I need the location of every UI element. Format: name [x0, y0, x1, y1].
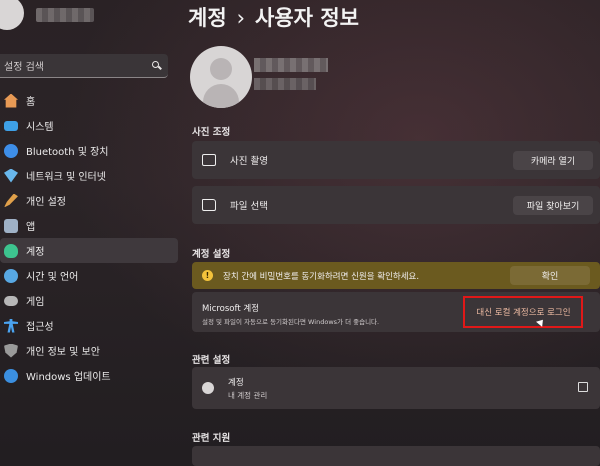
- sidebar-item-label: 네트워크 및 인터넷: [26, 172, 106, 183]
- sidebar-item-bluetooth[interactable]: Bluetooth 및 장치: [0, 138, 178, 163]
- sidebar-item-network[interactable]: 네트워크 및 인터넷: [0, 163, 178, 188]
- sidebar-item-personalization[interactable]: 개인 설정: [0, 188, 178, 213]
- sidebar-item-accessibility[interactable]: 접근성: [0, 313, 178, 338]
- sidebar-nav: 홈 시스템 Bluetooth 및 장치 네트워크 및 인터넷 개인 설정 앱: [0, 88, 178, 388]
- search-placeholder: 설정 검색: [4, 62, 44, 73]
- gamepad-icon: [4, 295, 18, 306]
- sidebar-item-gaming[interactable]: 게임: [0, 288, 178, 313]
- settings-window: 설정 검색 홈 시스템 Bluetooth 및 장치 네트워크 및 인터넷 개인…: [0, 0, 600, 466]
- update-icon: [4, 368, 18, 383]
- camera-icon: [202, 154, 216, 166]
- account-icon: [202, 382, 214, 394]
- sidebar-item-label: 개인 정보 및 보안: [26, 347, 100, 358]
- shield-icon: [4, 343, 18, 358]
- home-icon: [4, 93, 18, 108]
- system-icon: [4, 120, 18, 131]
- sidebar-item-label: Windows 업데이트: [26, 372, 111, 383]
- related-settings-title: 관련 설정: [192, 355, 231, 366]
- sidebar-item-apps[interactable]: 앱: [0, 213, 178, 238]
- sidebar-item-label: 시간 및 언어: [26, 272, 79, 283]
- folder-icon: [202, 199, 216, 211]
- browse-files-button[interactable]: 파일 찾아보기: [513, 196, 593, 215]
- verify-button[interactable]: 확인: [510, 266, 590, 285]
- wifi-icon: [4, 168, 18, 183]
- warning-text: 장치 간에 비밀번호를 동기화하려면 신원을 확인하세요.: [223, 271, 420, 282]
- blurred-email: [254, 78, 316, 90]
- highlight-box: [463, 296, 583, 328]
- search-input[interactable]: 설정 검색: [0, 54, 168, 78]
- sidebar-item-system[interactable]: 시스템: [0, 113, 178, 138]
- camera-label: 사진 촬영: [230, 156, 268, 167]
- sidebar-item-home[interactable]: 홈: [0, 88, 178, 113]
- related-support-title: 관련 지원: [192, 433, 231, 444]
- sidebar-item-label: 계정: [26, 247, 45, 258]
- support-row[interactable]: [192, 446, 600, 466]
- sidebar-item-time-language[interactable]: 시간 및 언어: [0, 263, 178, 288]
- sidebar-item-label: 앱: [26, 222, 36, 233]
- main-content: 계정 › 사용자 정보 사진 조정 사진 촬영 카메라 열기 파일 선택 파일 찾아…: [178, 0, 600, 466]
- file-label: 파일 선택: [230, 201, 268, 212]
- open-camera-button[interactable]: 카메라 열기: [513, 151, 593, 170]
- sidebar-item-windows-update[interactable]: Windows 업데이트: [0, 363, 178, 388]
- sidebar: 설정 검색 홈 시스템 Bluetooth 및 장치 네트워크 및 인터넷 개인…: [0, 0, 178, 460]
- brush-icon: [4, 193, 18, 208]
- apps-icon: [4, 218, 18, 233]
- warning-icon: !: [202, 270, 213, 281]
- account-icon: [4, 243, 18, 258]
- blurred-user-name: [36, 8, 94, 22]
- sidebar-item-label: 시스템: [26, 122, 54, 133]
- breadcrumb: 계정 › 사용자 정보: [188, 2, 359, 32]
- sidebar-item-label: Bluetooth 및 장치: [26, 147, 109, 158]
- sidebar-item-label: 개인 설정: [26, 197, 66, 208]
- breadcrumb-accounts[interactable]: 계정: [188, 6, 227, 30]
- breadcrumb-separator: ›: [236, 6, 246, 30]
- user-avatar-small[interactable]: [0, 0, 24, 30]
- blurred-display-name: [254, 58, 328, 72]
- sidebar-item-label: 접근성: [26, 322, 54, 333]
- sidebar-item-label: 게임: [26, 297, 45, 308]
- external-link-icon: [578, 382, 588, 392]
- page-title: 사용자 정보: [255, 6, 359, 30]
- accounts-related-title: 계정: [228, 377, 244, 388]
- accounts-related-row[interactable]: 계정 내 계정 관리: [192, 367, 600, 409]
- sidebar-item-privacy[interactable]: 개인 정보 및 보안: [0, 338, 178, 363]
- account-settings-title: 계정 설정: [192, 249, 231, 260]
- bluetooth-icon: [4, 143, 18, 158]
- sidebar-item-label: 홈: [26, 97, 36, 108]
- user-avatar: [190, 46, 252, 108]
- accessibility-icon: [4, 318, 18, 333]
- accounts-related-text: 계정 내 계정 관리: [228, 376, 267, 401]
- sidebar-item-accounts[interactable]: 계정: [0, 238, 178, 263]
- search-icon[interactable]: [152, 60, 162, 71]
- accounts-related-desc: 내 계정 관리: [228, 390, 268, 400]
- photo-section-title: 사진 조정: [192, 127, 231, 138]
- globe-icon: [4, 268, 18, 283]
